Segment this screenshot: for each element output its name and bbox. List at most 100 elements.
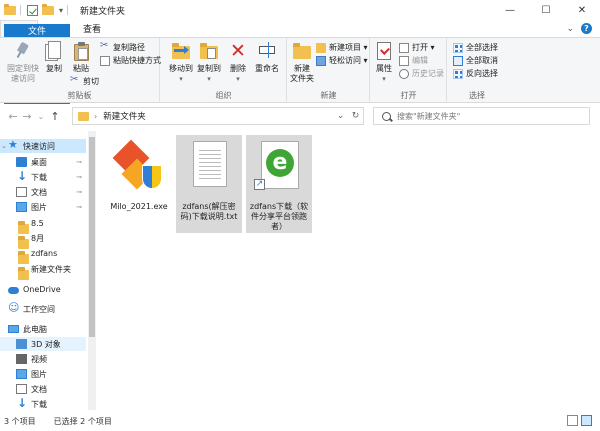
file-item-txt[interactable]: zdfans(解压密码)下载说明.txt: [176, 135, 242, 233]
move-to-button[interactable]: 移动到 ▾: [167, 40, 195, 84]
select-none-label: 全部取消: [466, 56, 498, 65]
open-button[interactable]: 打开 ▾: [399, 42, 435, 53]
pin-icon: ⊸: [76, 173, 82, 181]
cut-small-button[interactable]: 剪切: [70, 74, 99, 87]
new-item-label: 新建项目 ▾: [329, 43, 368, 52]
sidebar-item-pictures-pc[interactable]: 图片: [0, 367, 86, 381]
paste-button[interactable]: 粘贴: [70, 40, 92, 74]
quick-access-dropdown-icon[interactable]: ▾: [59, 6, 63, 15]
sidebar-item-label: 8月: [31, 233, 45, 243]
breadcrumb-separator[interactable]: ›: [94, 112, 97, 121]
new-group: 新建 文件夹 新建项目 ▾ 轻松访问 ▾ 新建: [288, 38, 370, 103]
large-icons-view-icon[interactable]: [581, 415, 592, 426]
sidebar-item-desktop[interactable]: 桌面 ⊸: [0, 155, 86, 169]
up-button[interactable]: ↑: [48, 110, 62, 123]
sidebar-item-label: 下载: [31, 399, 47, 409]
file-item-shortcut[interactable]: e ↗ zdfans下载（软件分享平台领跑者）: [246, 135, 312, 233]
pin-icon: ⊸: [76, 203, 82, 211]
selection-count: 已选择 2 个项目: [53, 416, 112, 426]
details-view-icon[interactable]: [567, 415, 578, 426]
sidebar-item-zdfans[interactable]: zdfans: [0, 246, 86, 264]
expand-ribbon-icon[interactable]: ⌄: [566, 24, 574, 34]
file-item-milo[interactable]: Milo_2021.exe: [106, 135, 172, 233]
sidebar-item-label: 视频: [31, 354, 47, 364]
back-button[interactable]: ←: [6, 110, 20, 123]
help-icon[interactable]: ?: [581, 23, 592, 34]
file-name: Milo_2021.exe: [110, 202, 168, 211]
sidebar-item-new-folder[interactable]: 新建文件夹: [0, 262, 86, 280]
address-dropdown-icon[interactable]: ⌄: [333, 111, 348, 121]
minimize-button[interactable]: —: [492, 0, 528, 20]
maximize-button[interactable]: ☐: [528, 0, 564, 20]
cut-small-label: 剪切: [83, 77, 99, 86]
pin-to-quick-access-button[interactable]: 固定到快速访问: [6, 40, 40, 84]
sidebar-item-documents[interactable]: 文档 ⊸: [0, 185, 86, 199]
select-none-button[interactable]: 全部取消: [453, 55, 498, 66]
invert-selection-button[interactable]: 反向选择: [453, 68, 498, 79]
history-icon: [399, 68, 409, 79]
sidebar-item-label: 图片: [31, 202, 47, 212]
sidebar-item-this-pc[interactable]: 此电脑: [0, 322, 86, 336]
clipboard-group-label: 剪贴板: [67, 91, 92, 100]
pictures-icon: [16, 369, 27, 379]
rename-button[interactable]: 重命名: [253, 40, 281, 74]
delete-button[interactable]: ✕ 删除 ▾: [227, 40, 249, 84]
sidebar-item-label: 图片: [31, 369, 47, 379]
select-all-icon: [453, 42, 463, 53]
status-bar: 3 个项目 已选择 2 个项目: [0, 411, 600, 431]
close-button[interactable]: ✕: [564, 0, 600, 20]
sidebar-item-onedrive[interactable]: OneDrive: [0, 282, 86, 296]
copy-to-button[interactable]: 复制到 ▾: [195, 40, 223, 84]
sidebar-item-label: zdfans: [31, 248, 58, 258]
chevron-down-icon[interactable]: ⌄: [0, 142, 8, 150]
sidebar-item-quick-access[interactable]: ⌄ 快速访问: [0, 138, 86, 153]
sidebar-item-documents-pc[interactable]: 文档: [0, 382, 86, 396]
new-folder-label: 新建 文件夹: [290, 64, 314, 83]
paste-shortcut-button[interactable]: 粘贴快捷方式: [100, 55, 161, 66]
scrollbar-thumb[interactable]: [89, 137, 95, 337]
sidebar-item-videos[interactable]: 视频: [0, 352, 86, 366]
sidebar-item-3d-objects[interactable]: 3D 对象: [0, 337, 86, 351]
cut-button[interactable]: 剪切 复制路径: [100, 40, 145, 53]
breadcrumb[interactable]: 新建文件夹: [103, 110, 146, 122]
edit-button[interactable]: 编辑: [399, 55, 428, 66]
sidebar-item-downloads-pc[interactable]: 下载: [0, 396, 86, 411]
history-button[interactable]: 历史记录: [399, 68, 444, 79]
address-bar[interactable]: › 新建文件夹 ⌄ ↻: [72, 107, 364, 125]
sidebar-scrollbar[interactable]: [88, 131, 96, 410]
recent-locations-button[interactable]: ⌄: [34, 112, 48, 121]
download-icon: [16, 396, 27, 410]
dropdown-icon: ▾: [382, 75, 386, 83]
sidebar-item-8-5[interactable]: 8.5: [0, 216, 86, 234]
documents-icon: [16, 384, 27, 394]
new-item-button[interactable]: 新建项目 ▾: [316, 42, 368, 53]
scissors-icon: [100, 40, 110, 53]
move-to-icon: [170, 40, 192, 62]
sidebar-item-pictures[interactable]: 图片 ⊸: [0, 200, 86, 214]
search-input[interactable]: 搜索"新建文件夹": [373, 107, 590, 125]
video-icon: [16, 354, 27, 364]
new-group-label: 新建: [320, 91, 337, 100]
dropdown-icon: ▾: [236, 75, 240, 83]
select-all-button[interactable]: 全部选择: [453, 42, 498, 53]
sidebar-item-downloads[interactable]: 下载 ⊸: [0, 169, 86, 184]
new-folder-quick-icon[interactable]: [42, 4, 54, 16]
tab-view[interactable]: 查看: [74, 20, 110, 37]
open-label: 打开 ▾: [412, 43, 435, 52]
sidebar-item-label: 快速访问: [23, 141, 55, 151]
sidebar-item-august[interactable]: 8月: [0, 231, 86, 249]
forward-button[interactable]: →: [20, 110, 34, 123]
copy-button[interactable]: 复制: [44, 40, 64, 74]
properties-button[interactable]: 属性 ▾: [373, 40, 395, 84]
delete-icon: ✕: [230, 40, 246, 62]
easy-access-button[interactable]: 轻松访问 ▾: [316, 55, 368, 66]
pin-icon: [12, 40, 34, 62]
dropdown-icon: ▾: [207, 75, 211, 83]
pin-icon: ⊸: [76, 158, 82, 166]
pc-icon: [8, 325, 19, 333]
delete-label: 删除: [230, 64, 246, 73]
properties-quick-icon[interactable]: [27, 4, 38, 16]
new-folder-button[interactable]: 新建 文件夹: [290, 40, 314, 84]
sidebar-item-workspace[interactable]: 工作空间: [0, 301, 86, 316]
refresh-icon[interactable]: ↻: [348, 111, 363, 121]
